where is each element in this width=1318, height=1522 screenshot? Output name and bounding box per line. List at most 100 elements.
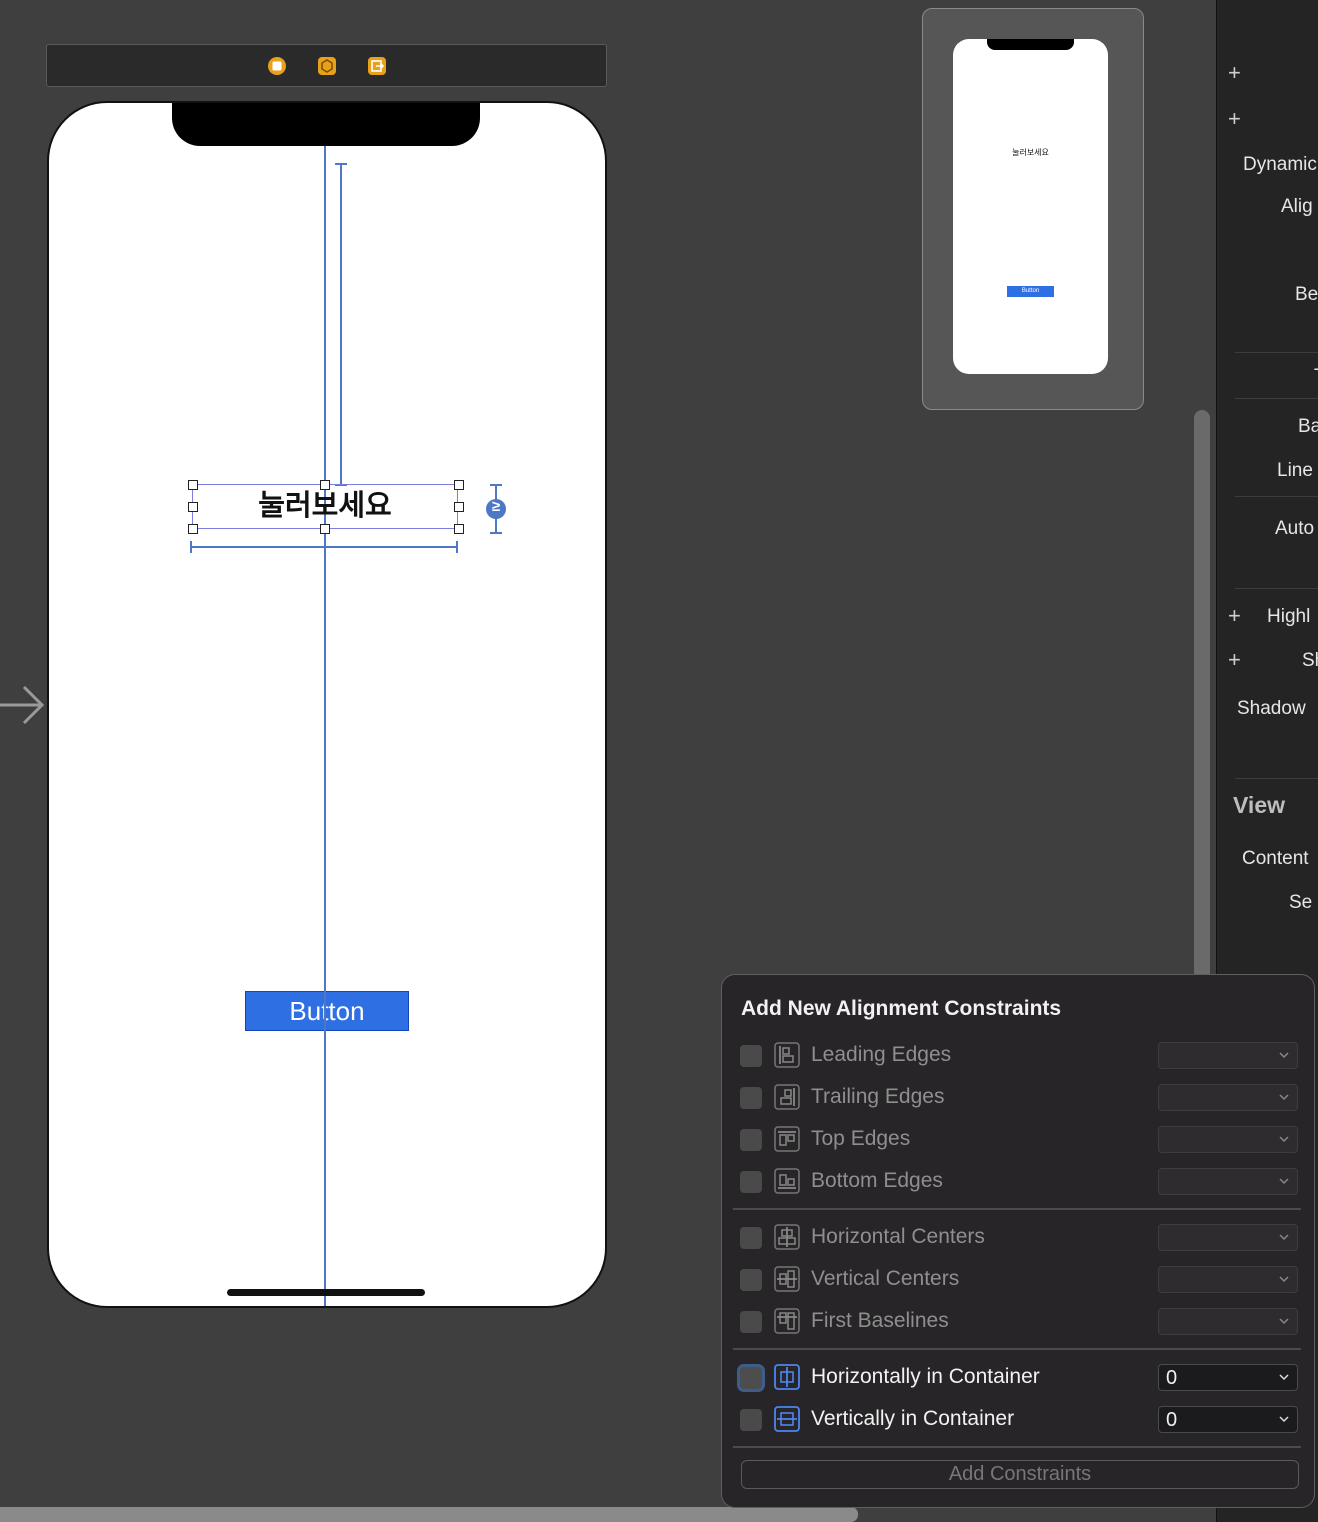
center-guide-line (324, 991, 326, 1031)
checkbox[interactable] (740, 1311, 762, 1333)
storyboard-entry-arrow-icon[interactable] (0, 682, 46, 728)
inspector-label: Shadow (1237, 698, 1306, 719)
canvas-button[interactable]: Button (245, 991, 409, 1031)
inspector-label: Sh (1302, 650, 1318, 671)
constant-dropdown[interactable] (1158, 1266, 1298, 1293)
dropdown-value: 0 (1166, 1409, 1178, 1431)
horizontally-in-container-icon (774, 1364, 800, 1390)
dropdown-value: 0 (1166, 1367, 1178, 1389)
popover-divider (733, 1208, 1301, 1210)
checkbox[interactable] (740, 1367, 762, 1389)
resize-handle[interactable] (320, 480, 330, 490)
chevron-down-icon (1279, 1052, 1289, 1059)
checkbox[interactable] (740, 1171, 762, 1193)
resize-handle[interactable] (454, 524, 464, 534)
constant-dropdown[interactable] (1158, 1042, 1298, 1069)
inspector-label: Dynamic (1243, 154, 1317, 175)
resize-handle[interactable] (454, 502, 464, 512)
checkbox[interactable] (740, 1129, 762, 1151)
checkbox[interactable] (740, 1045, 762, 1067)
inspector-divider (1235, 496, 1318, 497)
chevron-down-icon (1279, 1318, 1289, 1325)
row-label: Bottom Edges (811, 1169, 943, 1192)
row-label: Trailing Edges (811, 1085, 945, 1108)
canvas-preview[interactable]: 눌러보세요 Button (922, 8, 1144, 410)
inspector-label: Line (1277, 460, 1313, 481)
row-label: Horizontal Centers (811, 1225, 985, 1248)
constant-dropdown[interactable] (1158, 1224, 1298, 1251)
resize-handle[interactable] (188, 480, 198, 490)
vertically-in-container-icon (774, 1406, 800, 1432)
preview-screen: 눌러보세요 Button (953, 39, 1108, 374)
constant-dropdown[interactable]: 0 (1158, 1364, 1298, 1391)
chevron-down-icon (1279, 1178, 1289, 1185)
width-constraint-line (190, 541, 458, 553)
add-constraints-button[interactable]: Add Constraints (741, 1460, 1299, 1489)
preview-button: Button (1007, 286, 1054, 297)
inspector-label: Auto (1275, 518, 1315, 539)
chevron-down-icon (1279, 1094, 1289, 1101)
view-controller-icon[interactable] (267, 56, 287, 76)
resize-handle[interactable] (320, 524, 330, 534)
constant-dropdown[interactable] (1158, 1126, 1298, 1153)
checkbox[interactable] (740, 1269, 762, 1291)
top-edges-icon (774, 1126, 800, 1152)
alignment-constraints-popover: Add New Alignment Constraints Leading Ed… (721, 974, 1315, 1508)
exit-icon[interactable] (367, 56, 387, 76)
horizontal-scrollbar[interactable] (0, 1507, 858, 1522)
row-label: Vertically in Container (811, 1407, 1015, 1430)
preview-notch (987, 39, 1074, 50)
checkbox[interactable] (740, 1227, 762, 1249)
constraint-row-horizontally-in-container: Horizontally in Container 0 (739, 1361, 1299, 1395)
inspector-divider (1235, 778, 1318, 779)
first-responder-icon[interactable] (317, 56, 337, 76)
constraint-row-top-edges: Top Edges (739, 1123, 1299, 1157)
checkbox[interactable] (740, 1087, 762, 1109)
add-variation-icon[interactable]: + (1228, 106, 1241, 132)
inspector-divider (1235, 352, 1318, 353)
constant-dropdown[interactable] (1158, 1168, 1298, 1195)
inspector-label: Se (1289, 892, 1313, 913)
constraint-badge: ≥ (491, 498, 501, 515)
constraint-row-trailing-edges: Trailing Edges (739, 1081, 1299, 1115)
inspector-label: Ba (1298, 416, 1318, 437)
constant-dropdown[interactable]: 0 (1158, 1406, 1298, 1433)
vertical-scrollbar[interactable] (1194, 410, 1210, 980)
resize-handle[interactable] (188, 502, 198, 512)
constraint-row-first-baselines: First Baselines (739, 1305, 1299, 1339)
inspector-divider (1235, 588, 1318, 589)
inspector-label: Content (1242, 848, 1309, 869)
chevron-down-icon (1279, 1276, 1289, 1283)
row-label: Leading Edges (811, 1043, 952, 1066)
add-variation-icon[interactable]: + (1228, 647, 1241, 673)
constraint-row-leading-edges: Leading Edges (739, 1039, 1299, 1073)
vertical-centers-icon (774, 1266, 800, 1292)
resize-handle[interactable] (454, 480, 464, 490)
constraint-row-vertical-centers: Vertical Centers (739, 1263, 1299, 1297)
row-label: Vertical Centers (811, 1267, 960, 1290)
add-variation-icon[interactable]: + (1228, 603, 1241, 629)
checkbox[interactable] (740, 1409, 762, 1431)
device-notch (172, 103, 480, 146)
view-controller-canvas[interactable]: 눌러보세요 ≥ Button (47, 101, 607, 1308)
row-label: First Baselines (811, 1309, 949, 1332)
constant-dropdown[interactable] (1158, 1308, 1298, 1335)
inspector-label: Highl (1267, 606, 1311, 627)
add-variation-icon[interactable]: + (1228, 60, 1241, 86)
resize-handle[interactable] (188, 524, 198, 534)
horizontal-centers-icon (774, 1224, 800, 1250)
inspector-divider (1235, 398, 1318, 399)
label-text: 눌러보세요 (258, 490, 392, 522)
constraint-row-bottom-edges: Bottom Edges (739, 1165, 1299, 1199)
popover-title: Add New Alignment Constraints (741, 997, 1062, 1020)
preview-label: 눌러보세요 (1012, 148, 1049, 157)
constraint-row-vertically-in-container: Vertically in Container 0 (739, 1403, 1299, 1437)
inspector-section-view[interactable]: View (1233, 792, 1285, 819)
row-label: Horizontally in Container (811, 1365, 1040, 1388)
center-guide-line (324, 103, 326, 1306)
top-constraint-line (335, 163, 347, 486)
first-baselines-icon (774, 1308, 800, 1334)
constant-dropdown[interactable] (1158, 1084, 1298, 1111)
inspector-label: T (1314, 366, 1318, 388)
chevron-down-icon (1279, 1136, 1289, 1143)
